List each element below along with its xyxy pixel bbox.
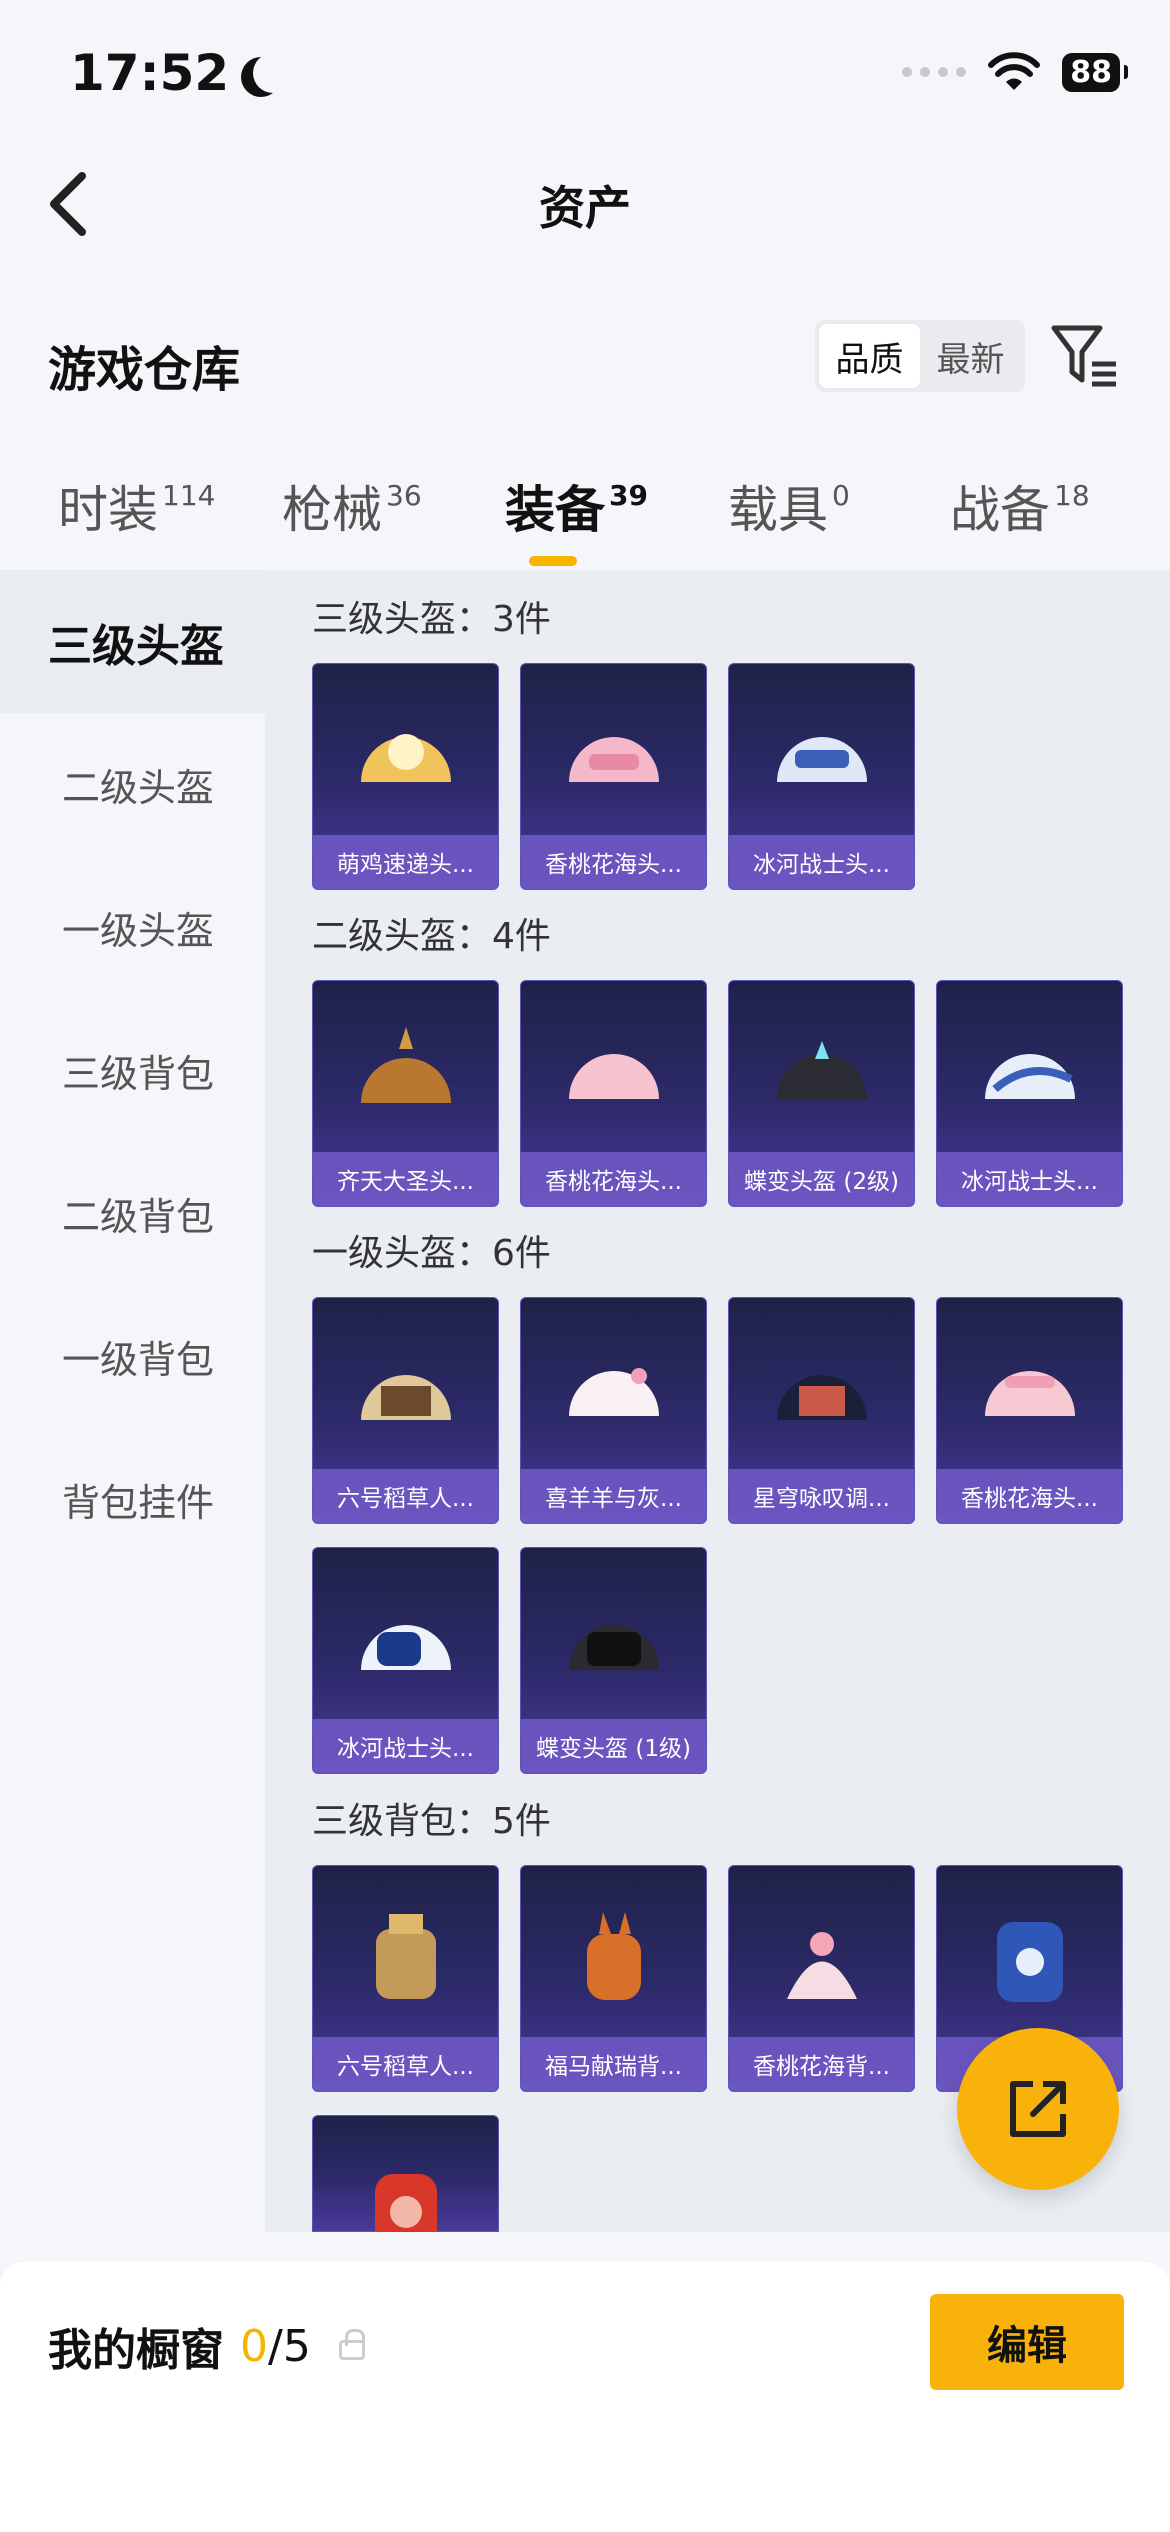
item-grid: 三级头盔：3件 萌鸡速递头... 香桃花海头... 冰河战士头... 二级头盔：… xyxy=(265,570,1170,2232)
sidebar-item-helmet-1[interactable]: 一级头盔 xyxy=(0,856,265,999)
item-name: 萌鸡速递头... xyxy=(313,835,498,889)
helmet-icon xyxy=(361,1375,451,1420)
helmet-icon xyxy=(361,734,451,782)
item-name: 冰河战士头... xyxy=(313,1719,498,1773)
item-card[interactable]: 冰河战士头... xyxy=(936,980,1123,1207)
item-card[interactable]: 齐天大圣头... xyxy=(312,980,499,1207)
sort-quality-button[interactable]: 品质 xyxy=(819,324,920,388)
item-name: 喜羊羊与灰... xyxy=(521,1469,706,1523)
battery-indicator: 88 xyxy=(1062,52,1128,92)
tab-supplies[interactable]: 战备 18 xyxy=(950,470,1090,542)
backpack-icon xyxy=(376,1914,436,1999)
status-bar: 17:52 88 xyxy=(0,0,1170,140)
item-name: 冰河战士头... xyxy=(729,835,914,889)
sidebar-item-helmet-3[interactable]: 三级头盔 xyxy=(0,570,265,713)
item-card[interactable]: 萌鸡速递头... xyxy=(312,663,499,890)
sidebar-item-backpack-3[interactable]: 三级背包 xyxy=(0,999,265,1142)
sidebar-item-backpack-1[interactable]: 一级背包 xyxy=(0,1285,265,1428)
item-name: 六号稻草人... xyxy=(313,1469,498,1523)
item-name: 福马献瑞背... xyxy=(521,2037,706,2091)
sidebar-item-backpack-pendant[interactable]: 背包挂件 xyxy=(0,1428,265,1571)
helmet-icon xyxy=(777,1041,867,1099)
item-name: 香桃花海背... xyxy=(729,2037,914,2091)
item-card[interactable]: 六号稻草人... xyxy=(312,1865,499,2092)
item-card[interactable] xyxy=(312,2115,499,2232)
item-card[interactable]: 六号稻草人... xyxy=(312,1297,499,1524)
status-right: 88 xyxy=(902,52,1128,92)
item-card[interactable]: 香桃花海头... xyxy=(936,1297,1123,1524)
section-title: 一级头盔：6件 xyxy=(312,1233,551,1274)
helmet-icon xyxy=(985,1054,1075,1099)
helmet-icon xyxy=(985,1371,1075,1416)
helmet-icon xyxy=(569,1054,659,1099)
warehouse-label: 游戏仓库 xyxy=(48,342,241,398)
active-tab-indicator xyxy=(529,556,577,566)
tab-equipment[interactable]: 装备 39 xyxy=(505,470,648,566)
item-name: 蝶变头盔 (1级) xyxy=(521,1719,706,1773)
showcase-count: 0 xyxy=(240,2320,268,2372)
showcase-bar: 我的橱窗 0 /5 编辑 xyxy=(0,2262,1170,2532)
showcase-label: 我的橱窗 0 /5 xyxy=(48,2314,365,2378)
item-name: 香桃花海头... xyxy=(521,1152,706,1206)
item-name: 香桃花海头... xyxy=(521,835,706,889)
sort-latest-button[interactable]: 最新 xyxy=(920,324,1021,388)
section-title: 三级头盔：3件 xyxy=(312,599,551,640)
sidebar-item-helmet-2[interactable]: 二级头盔 xyxy=(0,713,265,856)
nav-bar: 资产 xyxy=(0,140,1170,270)
sort-toggle: 品质 最新 xyxy=(815,320,1025,392)
helmet-icon xyxy=(569,737,659,782)
item-card[interactable]: 蝶变头盔 (1级) xyxy=(520,1547,707,1774)
section-title: 三级背包：5件 xyxy=(312,1801,551,1842)
page-title: 资产 xyxy=(539,181,631,235)
signal-icon xyxy=(902,67,967,77)
section-title: 二级头盔：4件 xyxy=(312,916,551,957)
item-card[interactable]: 星穹咏叹调... xyxy=(728,1297,915,1524)
showcase-title: 我的橱窗 xyxy=(48,2325,224,2376)
category-tabs: 时装 114 枪械 36 装备 39 载具 0 战备 18 xyxy=(0,460,1170,570)
item-card[interactable]: 福马献瑞背... xyxy=(520,1865,707,2092)
showcase-max: /5 xyxy=(268,2320,311,2372)
share-button[interactable] xyxy=(957,2028,1119,2190)
item-name: 六号稻草人... xyxy=(313,2037,498,2091)
backpack-icon xyxy=(787,1932,857,1999)
helmet-icon xyxy=(569,1368,659,1416)
lock-icon xyxy=(338,2329,365,2360)
helmet-icon xyxy=(569,1625,659,1670)
status-time: 17:52 xyxy=(70,44,279,102)
item-card[interactable]: 喜羊羊与灰... xyxy=(520,1297,707,1524)
item-name: 香桃花海头... xyxy=(937,1469,1122,1523)
item-card[interactable]: 蝶变头盔 (2级) xyxy=(728,980,915,1207)
backpack-icon xyxy=(587,1912,641,2000)
moon-icon xyxy=(253,53,293,93)
helmet-icon xyxy=(777,737,867,782)
item-card[interactable]: 香桃花海头... xyxy=(520,663,707,890)
helmet-icon xyxy=(361,1027,451,1103)
backpack-icon xyxy=(997,1922,1063,2002)
warehouse-header: 游戏仓库 品质 最新 xyxy=(0,300,1170,420)
clock-text: 17:52 xyxy=(70,44,230,102)
tab-vehicles[interactable]: 载具 0 xyxy=(728,470,850,542)
item-card[interactable]: 香桃花海背... xyxy=(728,1865,915,2092)
sidebar-item-backpack-2[interactable]: 二级背包 xyxy=(0,1142,265,1285)
item-name: 齐天大圣头... xyxy=(313,1152,498,1206)
tab-guns[interactable]: 枪械 36 xyxy=(282,470,422,542)
item-card[interactable]: 冰河战士头... xyxy=(728,663,915,890)
item-name: 蝶变头盔 (2级) xyxy=(729,1152,914,1206)
item-card[interactable]: 香桃花海头... xyxy=(520,980,707,1207)
wifi-icon xyxy=(988,52,1041,90)
backpack-icon xyxy=(375,2174,437,2231)
filter-icon[interactable] xyxy=(1050,322,1120,392)
helmet-icon xyxy=(777,1375,867,1420)
share-icon xyxy=(1010,2081,1066,2137)
helmet-icon xyxy=(361,1625,451,1670)
item-name: 冰河战士头... xyxy=(937,1152,1122,1206)
tab-fashion[interactable]: 时装 114 xyxy=(58,470,215,542)
item-name: 星穹咏叹调... xyxy=(729,1469,914,1523)
sidebar: 三级头盔 二级头盔 一级头盔 三级背包 二级背包 一级背包 背包挂件 xyxy=(0,570,265,2232)
item-card[interactable]: 冰河战士头... xyxy=(312,1547,499,1774)
edit-button[interactable]: 编辑 xyxy=(930,2294,1124,2390)
